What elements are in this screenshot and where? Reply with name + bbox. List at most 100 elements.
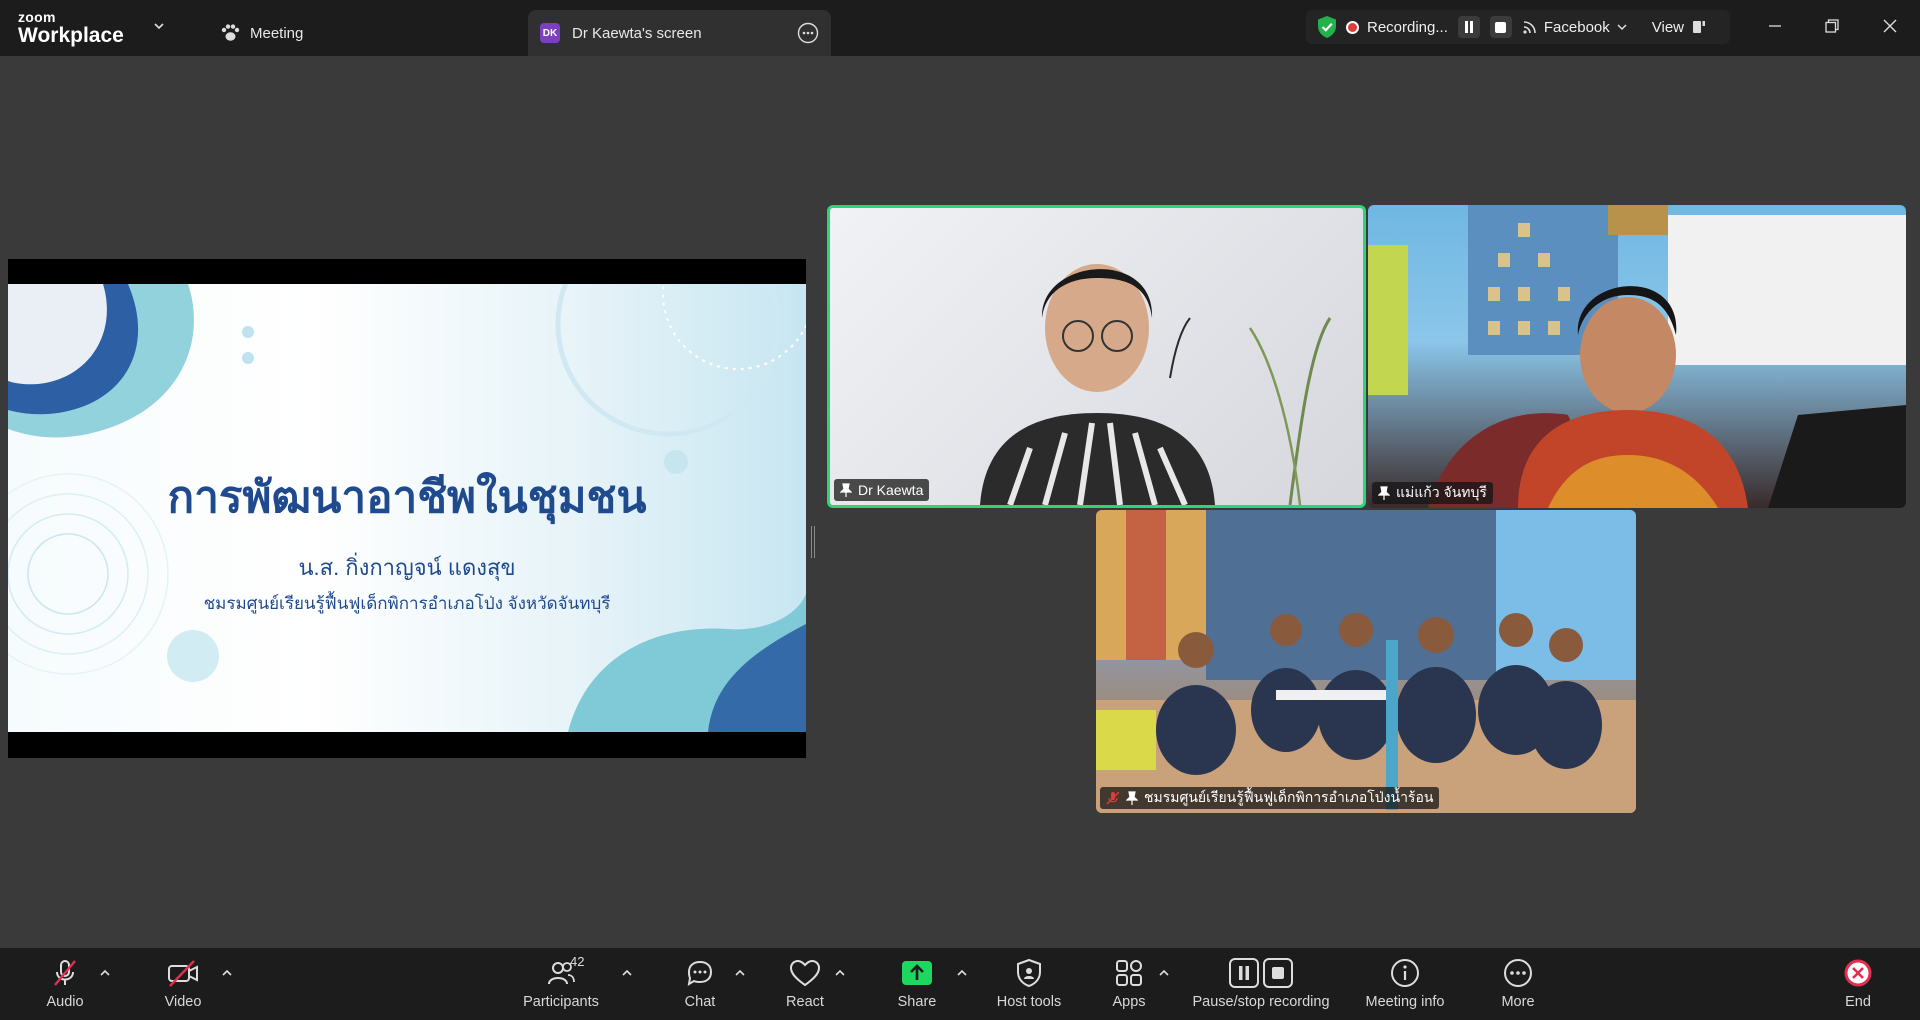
share-screen-icon: [901, 956, 933, 990]
chat-icon: [685, 956, 715, 990]
muted-mic-icon: [1106, 791, 1120, 805]
chevron-down-icon[interactable]: [152, 19, 166, 33]
participant-name: ชมรมศูนย์เรียนรู้ฟื้นฟูเด็กพิการอำเภอโป่…: [1144, 789, 1434, 805]
react-label: React: [786, 994, 824, 1010]
stream-target-label: Facebook: [1543, 18, 1610, 36]
react-button[interactable]: React: [780, 956, 830, 1016]
host-tools-label: Host tools: [996, 994, 1062, 1010]
avatar: DK: [540, 23, 560, 43]
audio-button[interactable]: Audio: [40, 956, 90, 1016]
video-label: Video: [164, 994, 202, 1010]
video-tile-active-speaker[interactable]: Dr Kaewta: [827, 205, 1366, 508]
view-layout-icon: [1693, 21, 1705, 33]
info-icon: [1390, 956, 1420, 990]
more-button[interactable]: More: [1494, 956, 1542, 1016]
host-tools-button[interactable]: Host tools: [990, 956, 1068, 1016]
minimize-button[interactable]: [1763, 14, 1787, 38]
participant-name: Dr Kaewta: [858, 482, 924, 498]
recording-status: Recording...: [1367, 18, 1448, 36]
pause-stop-recording-button[interactable]: Pause/stop recording: [1188, 956, 1334, 1016]
pin-icon: [840, 483, 852, 497]
pin-icon: [1126, 791, 1138, 805]
react-options-caret-icon[interactable]: [833, 966, 847, 980]
video-feed: [1096, 510, 1636, 813]
video-options-caret-icon[interactable]: [220, 966, 234, 980]
view-label: View: [1651, 18, 1684, 36]
recording-dot-icon: [1348, 22, 1357, 32]
slide-presenter: น.ส. กิ่งกาญจน์ แดงสุข: [298, 555, 516, 580]
tab-meeting-label: Meeting: [250, 24, 304, 42]
pause-icon: [1464, 21, 1473, 33]
close-window-button[interactable]: [1878, 14, 1902, 38]
chat-button[interactable]: Chat: [675, 956, 725, 1016]
more-icon: [1503, 956, 1533, 990]
pause-recording-button[interactable]: [1457, 16, 1480, 38]
slide-title: การพัฒนาอาชีพในชุมชน: [167, 473, 647, 522]
shield-check-icon[interactable]: [1316, 15, 1338, 39]
zoom-workplace-logo[interactable]: zoom Workplace: [18, 10, 124, 46]
participant-name-tag: แม่แก้ว จันทบุรี: [1372, 482, 1493, 504]
share-options-caret-icon[interactable]: [955, 966, 969, 980]
video-button[interactable]: Video: [158, 956, 208, 1016]
apps-icon: [1114, 956, 1144, 990]
recording-controls: Recording... Facebook View: [1306, 10, 1730, 44]
participants-count: 42: [570, 954, 585, 969]
participants-icon: 42: [546, 954, 584, 990]
audio-label: Audio: [46, 994, 84, 1010]
shared-screen: การพัฒนาอาชีพในชุมชน น.ส. กิ่งกาญจน์ แดง…: [8, 259, 806, 758]
broadcast-icon: [1523, 21, 1536, 34]
participant-name-tag: ชมรมศูนย์เรียนรู้ฟื้นฟูเด็กพิการอำเภอโป่…: [1100, 787, 1440, 809]
apps-options-caret-icon[interactable]: [1157, 966, 1171, 980]
restore-icon: [1825, 19, 1839, 33]
video-feed: [1368, 205, 1906, 508]
share-label: Share: [897, 994, 937, 1010]
participants-label: Participants: [523, 994, 599, 1010]
stop-recording-button[interactable]: [1489, 16, 1512, 38]
restore-button[interactable]: [1820, 14, 1844, 38]
close-icon: [1883, 19, 1897, 33]
participants-button[interactable]: 42 Participants: [515, 954, 607, 1016]
chat-options-caret-icon[interactable]: [733, 966, 747, 980]
chevron-down-icon: [1617, 24, 1627, 31]
tab-shared-screen-label: Dr Kaewta's screen: [572, 24, 702, 42]
logo-bottom-text: Workplace: [18, 24, 124, 47]
tab-meeting[interactable]: Meeting: [210, 10, 313, 56]
share-button[interactable]: Share: [892, 956, 942, 1016]
shield-icon: [1015, 956, 1043, 990]
meeting-toolbar: Audio Video 42 Participants Chat React S…: [0, 948, 1920, 1020]
meeting-info-button[interactable]: Meeting info: [1360, 956, 1450, 1016]
video-tile[interactable]: แม่แก้ว จันทบุรี: [1368, 205, 1906, 508]
apps-button[interactable]: Apps: [1104, 956, 1154, 1016]
participant-name-tag: Dr Kaewta: [834, 479, 930, 501]
paw-icon: [221, 24, 240, 41]
tab-shared-screen[interactable]: DK Dr Kaewta's screen: [528, 10, 831, 56]
more-label: More: [1501, 994, 1535, 1010]
chat-label: Chat: [684, 994, 716, 1010]
stop-icon: [1495, 21, 1507, 33]
video-tile[interactable]: ชมรมศูนย์เรียนรู้ฟื้นฟูเด็กพิการอำเภอโป่…: [1096, 510, 1636, 813]
view-button[interactable]: View: [1652, 19, 1706, 36]
meeting-info-label: Meeting info: [1365, 994, 1445, 1010]
end-label: End: [1845, 994, 1871, 1010]
heart-icon: [789, 956, 821, 990]
live-stream-button[interactable]: Facebook: [1522, 19, 1628, 36]
audio-options-caret-icon[interactable]: [98, 966, 112, 980]
more-options-icon[interactable]: [797, 22, 819, 44]
pause-stop-icon: [1229, 956, 1293, 990]
split-view-handle[interactable]: [811, 526, 815, 558]
presentation-slide: การพัฒนาอาชีพในชุมชน น.ส. กิ่งกาญจน์ แดง…: [8, 284, 806, 732]
minimize-icon: [1769, 25, 1781, 27]
pin-icon: [1378, 486, 1390, 500]
end-icon: [1843, 956, 1873, 990]
end-button[interactable]: End: [1838, 956, 1878, 1016]
video-feed: [980, 264, 1332, 505]
video-off-icon: [166, 956, 200, 990]
participants-options-caret-icon[interactable]: [620, 966, 634, 980]
muted-mic-icon: [50, 956, 80, 990]
logo-top-text: zoom: [18, 9, 56, 25]
pause-stop-label: Pause/stop recording: [1192, 994, 1330, 1010]
participant-name: แม่แก้ว จันทบุรี: [1396, 484, 1487, 500]
title-bar: zoom Workplace Meeting DK Dr Kaewta's sc…: [0, 0, 1920, 56]
apps-label: Apps: [1112, 994, 1146, 1010]
slide-organization: ชมรมศูนย์เรียนรู้ฟื้นฟูเด็กพิการอำเภอโป่…: [203, 594, 611, 613]
